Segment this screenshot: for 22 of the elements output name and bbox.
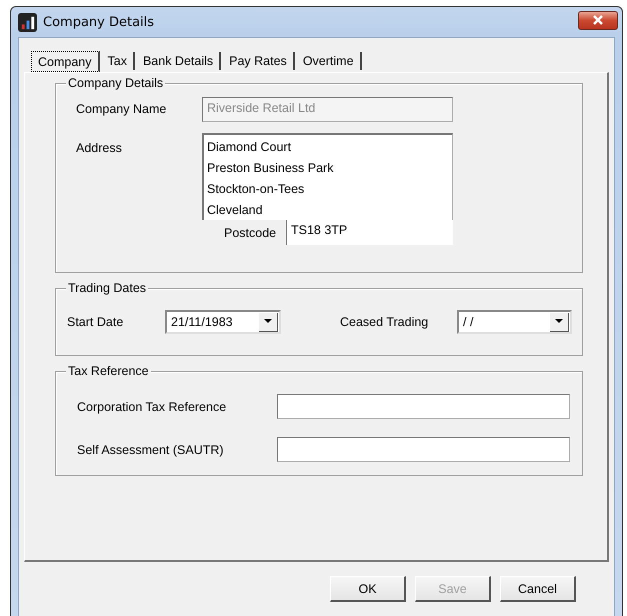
field-label: Start Date xyxy=(67,315,124,329)
field-label: Address xyxy=(76,140,123,157)
field-label: Corporation Tax Reference xyxy=(77,400,228,414)
bar-chart-icon xyxy=(18,12,37,32)
text-field[interactable] xyxy=(277,394,570,419)
window-title: Company Details xyxy=(43,14,156,30)
dialog-button[interactable]: Cancel xyxy=(500,576,576,602)
group-title: Tax Reference xyxy=(66,364,151,378)
dialog-button[interactable]: OK xyxy=(330,576,406,602)
text-field[interactable] xyxy=(277,437,570,462)
field-label: Company Name xyxy=(76,102,168,116)
field-label: Self Assessment (SAUTR) xyxy=(77,442,225,456)
close-button[interactable] xyxy=(578,10,618,30)
field-label: Postcode xyxy=(202,220,286,245)
group-title: Trading Dates xyxy=(66,281,148,295)
close-icon xyxy=(592,15,604,25)
address-field[interactable]: Diamond Court Preston Business Park Stockton-on-Tees Cleveland xyxy=(202,133,453,220)
date-dropdown[interactable]: 21/11/1983 xyxy=(165,310,281,334)
date-dropdown[interactable]: / / xyxy=(457,310,572,334)
field-label: Ceased Trading xyxy=(340,315,430,329)
tab[interactable]: Company xyxy=(31,51,100,72)
group-title: Company Details xyxy=(66,76,166,90)
